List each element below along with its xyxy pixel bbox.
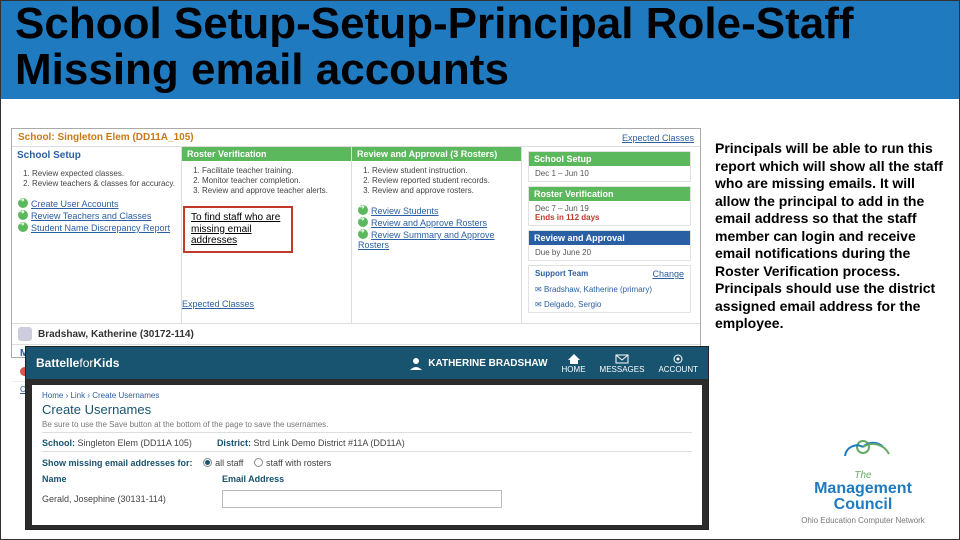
side-rv-range: Dec 7 – Jun 19 [535, 204, 589, 213]
arrow-icon [358, 217, 368, 227]
list-item: Review reported student records. [372, 176, 515, 185]
side-ra-due: Due by June 20 [529, 245, 690, 260]
support-hdr: Support Team [535, 269, 588, 279]
review-summary-link[interactable]: Review Summary and Approve Rosters [358, 230, 495, 250]
mail-icon [615, 353, 629, 365]
list-item: Review teachers & classes for accuracy. [32, 179, 175, 188]
screenshot-create-usernames: BattelleforKids KATHERINE BRADSHAW HOME … [25, 346, 709, 530]
list-item: Review student instruction. [372, 166, 515, 175]
screenshot-school-setup: School: Singleton Elem (DD11A_105) Expec… [11, 128, 701, 358]
change-link[interactable]: Change [652, 269, 684, 279]
col-email-hdr: Email Address [222, 474, 284, 484]
email-field[interactable] [222, 490, 502, 508]
explainer-text: Principals will be able to run this repo… [715, 140, 945, 333]
logo-line4: Ohio Education Computer Network [783, 516, 943, 525]
table-row: Gerald, Josephine (30131-114) [42, 490, 692, 508]
support-member: Bradshaw, Katherine (primary) [544, 285, 652, 294]
school-lbl: School: [42, 438, 75, 448]
list-item: Review expected classes. [32, 169, 175, 178]
gear-icon [671, 353, 685, 365]
filter-lbl: Show missing email addresses for: [42, 458, 193, 468]
arrow-icon [358, 229, 368, 239]
nav-home[interactable]: HOME [562, 353, 586, 374]
arrow-icon [358, 205, 368, 215]
home-icon [567, 353, 581, 365]
col-rv-hdr: Roster Verification [182, 147, 351, 161]
discrepancy-report-link[interactable]: Student Name Discrepancy Report [31, 223, 170, 233]
screenshot-stack: School: Singleton Elem (DD11A_105) Expec… [11, 128, 711, 528]
arrow-icon [18, 222, 28, 232]
list-item: Monitor teacher completion. [202, 176, 345, 185]
opt-staff-rosters: staff with rosters [266, 458, 331, 468]
arrow-icon [18, 198, 28, 208]
radio-all-staff[interactable] [203, 458, 212, 467]
side-ra-hdr: Review and Approval [529, 231, 690, 245]
side-rv-ends: Ends in 112 days [535, 213, 599, 222]
review-approve-rosters-link[interactable]: Review and Approve Rosters [371, 218, 487, 228]
user-icon [409, 356, 423, 370]
side-setup-range: Dec 1 – Jun 10 [529, 166, 690, 181]
title-bar: School Setup-Setup-Principal Role-Staff … [1, 1, 959, 99]
bfk-topbar: BattelleforKids KATHERINE BRADSHAW HOME … [26, 347, 708, 379]
page-subtitle: Be sure to use the Save button at the bo… [42, 420, 692, 429]
school-label: School: Singleton Elem (DD11A_105) [18, 132, 194, 143]
opt-all-staff: all staff [215, 458, 243, 468]
create-user-accounts-link[interactable]: Create User Accounts [31, 199, 119, 209]
logo-icon [833, 426, 893, 468]
callout-box: To find staff who are missing email addr… [183, 206, 293, 253]
callout-text: To find staff who are missing email addr… [191, 212, 280, 246]
logo-line2: Management [783, 481, 943, 496]
side-rv-hdr: Roster Verification [529, 187, 690, 201]
list-item: Facilitate teacher training. [202, 166, 345, 175]
district-lbl: District: [217, 438, 251, 448]
col-name-hdr: Name [42, 474, 212, 484]
management-council-logo: The Management Council Ohio Education Co… [783, 426, 943, 525]
arrow-icon [18, 210, 28, 220]
slide-body: School: Singleton Elem (DD11A_105) Expec… [9, 126, 951, 531]
bfk-logo: BattelleforKids [36, 356, 119, 370]
review-teachers-link[interactable]: Review Teachers and Classes [31, 211, 151, 221]
avatar [18, 327, 32, 341]
explainer-column: Principals will be able to run this repo… [715, 140, 945, 333]
expected-classes-top-link[interactable]: Expected Classes [622, 133, 694, 143]
col-ra-hdr: Review and Approval (3 Rosters) [352, 147, 521, 161]
list-item: Review and approve teacher alerts. [202, 186, 345, 195]
school-val: Singleton Elem (DD11A 105) [78, 438, 192, 448]
row-name: Gerald, Josephine (30131-114) [42, 494, 212, 504]
side-setup-hdr: School Setup [529, 152, 690, 166]
radio-staff-rosters[interactable] [254, 458, 263, 467]
page-title: Create Usernames [42, 402, 692, 417]
list-item: Review and approve rosters. [372, 186, 515, 195]
breadcrumb[interactable]: Home › Link › Create Usernames [42, 391, 692, 400]
user-name: Bradshaw, Katherine (30172-114) [38, 329, 194, 340]
expected-classes-link[interactable]: Expected Classes [182, 299, 254, 309]
nav-messages[interactable]: MESSAGES [600, 353, 645, 374]
col-setup-hdr: School Setup [12, 147, 181, 164]
topbar-user[interactable]: KATHERINE BRADSHAW [409, 356, 547, 370]
district-val: Strd Link Demo District #11A (DD11A) [253, 438, 404, 448]
review-students-link[interactable]: Review Students [371, 206, 439, 216]
nav-account[interactable]: ACCOUNT [658, 353, 698, 374]
support-member: Delgado, Sergio [544, 300, 601, 309]
slide-title: School Setup-Setup-Principal Role-Staff … [15, 0, 854, 94]
logo-line3: Council [783, 496, 943, 514]
slide: School Setup-Setup-Principal Role-Staff … [0, 0, 960, 540]
